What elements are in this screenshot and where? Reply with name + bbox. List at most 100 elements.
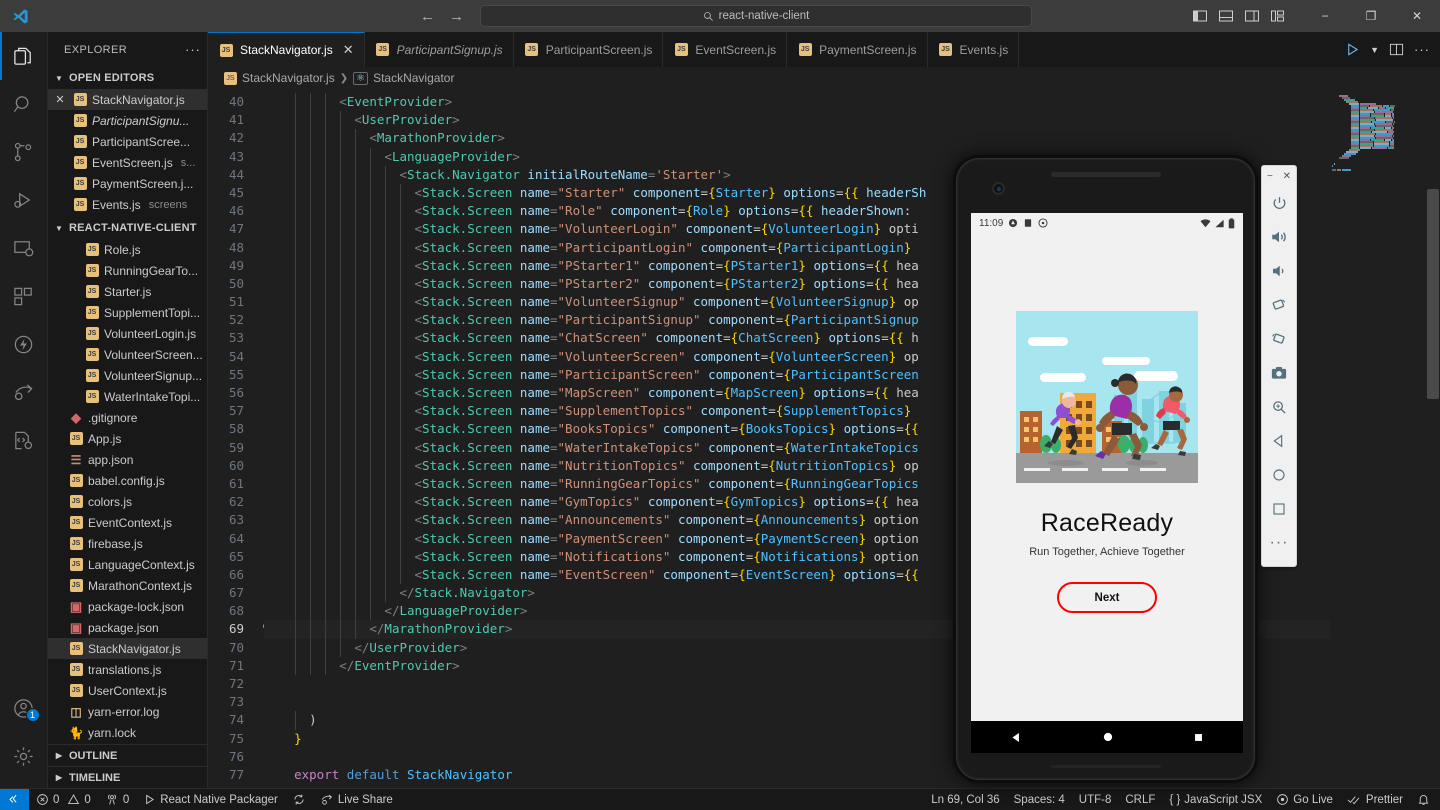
code-line[interactable] — [264, 784, 1440, 788]
open-editor-item[interactable]: JS Events.js screens — [48, 194, 207, 215]
minimize-button[interactable]: − — [1302, 0, 1348, 32]
close-icon[interactable]: ✕ — [343, 42, 354, 58]
code-line[interactable]: <Stack.Screen name="EventScreen" compone… — [264, 565, 1440, 585]
editor-tab[interactable]: JS Events.js — [927, 32, 1020, 67]
code-line[interactable]: </LanguageProvider> — [264, 602, 1440, 621]
triangle-left-icon[interactable] — [1010, 731, 1023, 744]
code-line[interactable]: </UserProvider> — [264, 638, 1440, 657]
go-live-status[interactable]: Go Live — [1269, 789, 1340, 810]
power-button[interactable] — [1261, 186, 1297, 220]
code-line[interactable] — [264, 675, 1440, 693]
eol-status[interactable]: CRLF — [1118, 789, 1162, 810]
file-tree-item[interactable]: 🐈 yarn.lock — [48, 722, 207, 743]
android-emulator[interactable]: 11:09 RaceReady Run Together, Achieve To… — [953, 155, 1297, 785]
remote-window-button[interactable] — [0, 788, 29, 810]
code-line[interactable]: <MarathonProvider> — [264, 129, 1440, 148]
customize-layout-icon[interactable] — [1270, 8, 1286, 24]
more-actions-icon[interactable]: ··· — [1414, 42, 1430, 57]
file-tree-item[interactable]: JS firebase.js — [48, 533, 207, 554]
editor-tab[interactable]: JS StackNavigator.js ✕ — [208, 32, 365, 67]
forward-arrow-icon[interactable]: → — [449, 9, 464, 24]
next-button[interactable]: Next — [1057, 582, 1157, 613]
file-tree-item[interactable]: JS StackNavigator.js — [48, 638, 207, 659]
overview-nav-button[interactable] — [1261, 492, 1297, 526]
file-tree-item[interactable]: ☰ app.json — [48, 449, 207, 470]
project-section-header[interactable]: ▼ REACT-NATIVE-CLIENT — [48, 217, 207, 239]
code-line[interactable]: <EventProvider> — [264, 93, 1440, 112]
file-tree-item[interactable]: ◆ .gitignore — [48, 407, 207, 428]
command-search-input[interactable]: react-native-client — [480, 5, 1032, 27]
file-tree-item[interactable]: JS App.js — [48, 428, 207, 449]
editor-tab[interactable]: JS ParticipantSignup.js — [364, 32, 514, 67]
scrollbar-thumb[interactable] — [1427, 189, 1439, 399]
sidebar-item-live-share[interactable] — [0, 368, 48, 416]
emulator-close-button[interactable]: ✕ — [1283, 171, 1291, 182]
sidebar-item-source-control[interactable] — [0, 128, 48, 176]
code-line[interactable]: ) — [264, 711, 1440, 730]
code-line[interactable]: </Stack.Navigator> — [264, 584, 1440, 603]
volume-down-button[interactable] — [1261, 254, 1297, 288]
file-tree-item[interactable]: JS VolunteerSignup... — [48, 365, 207, 386]
file-tree-item[interactable]: ◫ yarn-error.log — [48, 701, 207, 722]
home-nav-button[interactable] — [1261, 458, 1297, 492]
outline-section-header[interactable]: ▶ OUTLINE — [48, 744, 207, 766]
code-line[interactable]: </MarathonProvider> — [264, 620, 1440, 639]
sidebar-item-thunder-client[interactable] — [0, 320, 48, 368]
file-tree-item[interactable]: JS colors.js — [48, 491, 207, 512]
problems-status[interactable]: 0 0 — [29, 789, 98, 810]
run-icon[interactable] — [1345, 42, 1360, 57]
close-icon[interactable]: ✕ — [52, 93, 68, 106]
editor-tab[interactable]: JS ParticipantScreen.js — [513, 32, 664, 67]
code-line[interactable] — [264, 748, 1440, 766]
file-tree-item[interactable]: JS VolunteerLogin.js — [48, 323, 207, 344]
language-mode-status[interactable]: { } JavaScript JSX — [1162, 789, 1269, 810]
accounts-button[interactable]: 1 — [0, 684, 48, 732]
file-tree-item[interactable]: JS WaterIntakeTopi... — [48, 386, 207, 407]
settings-button[interactable] — [0, 732, 48, 780]
maximize-button[interactable]: ❐ — [1348, 0, 1394, 32]
file-tree-item[interactable]: ▣ package-lock.json — [48, 596, 207, 617]
sidebar-item-remote-explorer[interactable] — [0, 224, 48, 272]
prettier-status[interactable]: Prettier — [1340, 789, 1410, 810]
react-native-packager-status[interactable]: React Native Packager — [136, 789, 285, 810]
sidebar-item-explorer[interactable] — [0, 32, 48, 80]
extended-controls-button[interactable]: ··· — [1261, 526, 1297, 560]
rotate-right-button[interactable] — [1261, 322, 1297, 356]
open-editor-item[interactable]: JS ParticipantScree... — [48, 131, 207, 152]
split-editor-icon[interactable] — [1389, 42, 1404, 57]
breadcrumb-file[interactable]: StackNavigator.js — [242, 71, 335, 85]
open-editor-item[interactable]: ✕ JS StackNavigator.js — [48, 89, 207, 110]
circle-icon[interactable] — [1102, 731, 1114, 743]
square-icon[interactable] — [1193, 732, 1204, 743]
volume-up-button[interactable] — [1261, 220, 1297, 254]
open-editor-item[interactable]: JS ParticipantSignu... — [48, 110, 207, 131]
sidebar-item-search[interactable] — [0, 80, 48, 128]
ellipsis-icon[interactable]: ··· — [185, 42, 201, 57]
file-tree-item[interactable]: JS babel.config.js — [48, 470, 207, 491]
zoom-button[interactable] — [1261, 390, 1297, 424]
cursor-position-status[interactable]: Ln 69, Col 36 — [924, 789, 1006, 810]
file-tree-item[interactable]: JS Role.js — [48, 239, 207, 260]
indentation-status[interactable]: Spaces: 4 — [1007, 789, 1072, 810]
code-line[interactable]: </EventProvider> — [264, 656, 1440, 675]
breadcrumb-symbol[interactable]: StackNavigator — [373, 71, 454, 85]
sync-status[interactable] — [285, 789, 313, 810]
close-button[interactable]: ✕ — [1394, 0, 1440, 32]
file-tree-item[interactable]: JS translations.js — [48, 659, 207, 680]
sidebar-item-extensions[interactable] — [0, 272, 48, 320]
code-line[interactable]: } — [264, 730, 1440, 748]
editor-vertical-scrollbar[interactable] — [1426, 89, 1440, 788]
toggle-primary-sidebar-icon[interactable] — [1192, 8, 1208, 24]
open-editor-item[interactable]: JS PaymentScreen.j... — [48, 173, 207, 194]
encoding-status[interactable]: UTF-8 — [1072, 789, 1119, 810]
editor-tab[interactable]: JS PaymentScreen.js — [787, 32, 928, 67]
editor-tab[interactable]: JS EventScreen.js — [663, 32, 788, 67]
rotate-left-button[interactable] — [1261, 288, 1297, 322]
file-tree-item[interactable]: JS Starter.js — [48, 281, 207, 302]
file-tree-item[interactable]: JS UserContext.js — [48, 680, 207, 701]
toggle-secondary-sidebar-icon[interactable] — [1244, 8, 1260, 24]
code-line[interactable] — [264, 693, 1440, 711]
code-line[interactable]: <UserProvider> — [264, 111, 1440, 130]
emulator-minimize-button[interactable]: − — [1267, 171, 1273, 182]
file-tree-item[interactable]: ▣ package.json — [48, 617, 207, 638]
